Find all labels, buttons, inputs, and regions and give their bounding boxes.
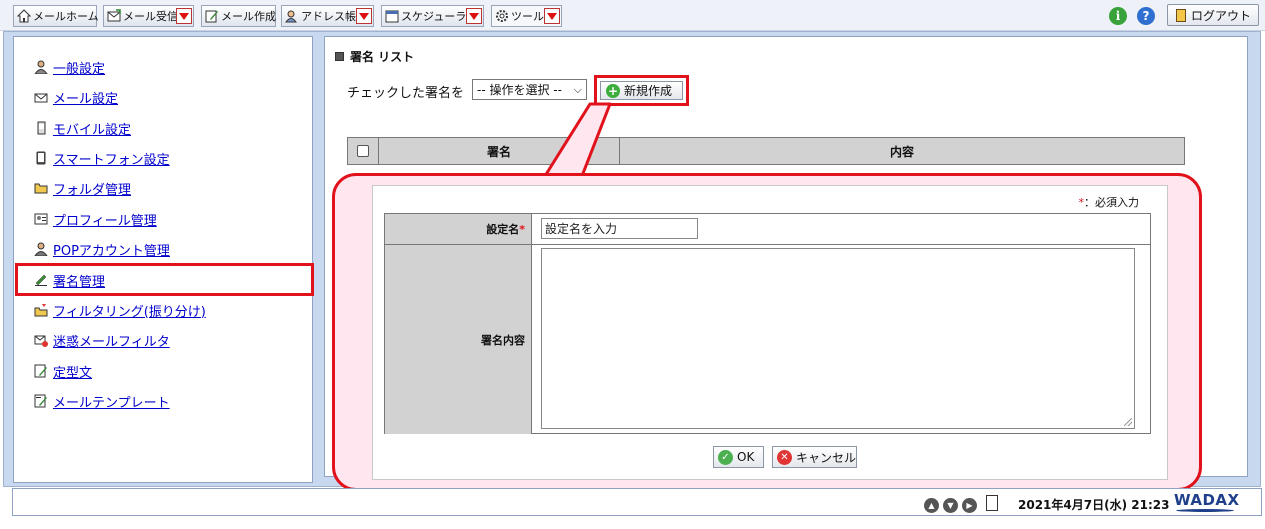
current-datetime: 2021年4月7日(水) 21:23 xyxy=(1018,498,1170,512)
signature-content-textarea[interactable] xyxy=(541,248,1135,429)
cancel-button[interactable]: ✕ キャンセル xyxy=(772,446,857,468)
resize-handle-icon[interactable] xyxy=(1124,418,1132,426)
name-label-text: 設定名 xyxy=(486,223,520,236)
new-signature-callout: *：必須入力 設定名 * 設定名を入力 署名内容 ✓ OK ✕ キャンセル xyxy=(332,173,1202,491)
nav-up-icon[interactable]: ▲ xyxy=(924,498,939,513)
required-note-text: ：必須入力 xyxy=(1084,196,1139,209)
ok-button[interactable]: ✓ OK xyxy=(713,446,764,468)
name-label: 設定名 * xyxy=(385,214,532,244)
name-row: 設定名 * 設定名を入力 xyxy=(385,214,1150,245)
check-icon: ✓ xyxy=(718,449,733,465)
status-bar: ▲ ▼ ▶ 2021年4月7日(水) 21:23 xyxy=(12,488,1262,516)
signature-form: 設定名 * 設定名を入力 署名内容 xyxy=(384,213,1151,434)
content-label-text: 署名内容 xyxy=(481,333,525,347)
cancel-label: キャンセル xyxy=(796,450,857,465)
ok-label: OK xyxy=(737,450,755,464)
required-note: *：必須入力 xyxy=(1079,194,1140,210)
calendar-status-icon xyxy=(986,495,998,511)
required-star: * xyxy=(519,222,525,236)
content-label: 署名内容 xyxy=(385,245,532,434)
content-row: 署名内容 xyxy=(385,245,1150,434)
close-icon: ✕ xyxy=(777,449,792,465)
signature-name-field[interactable]: 設定名を入力 xyxy=(541,218,698,239)
brand-logo-swoosh xyxy=(1176,509,1234,512)
nav-next-icon[interactable]: ▶ xyxy=(962,498,977,513)
nav-down-icon[interactable]: ▼ xyxy=(943,498,958,513)
new-signature-dialog: *：必須入力 設定名 * 設定名を入力 署名内容 ✓ OK ✕ キャンセル xyxy=(372,185,1168,480)
signature-name-placeholder: 設定名を入力 xyxy=(545,222,618,236)
brand-logo: WADAX xyxy=(1174,491,1240,509)
